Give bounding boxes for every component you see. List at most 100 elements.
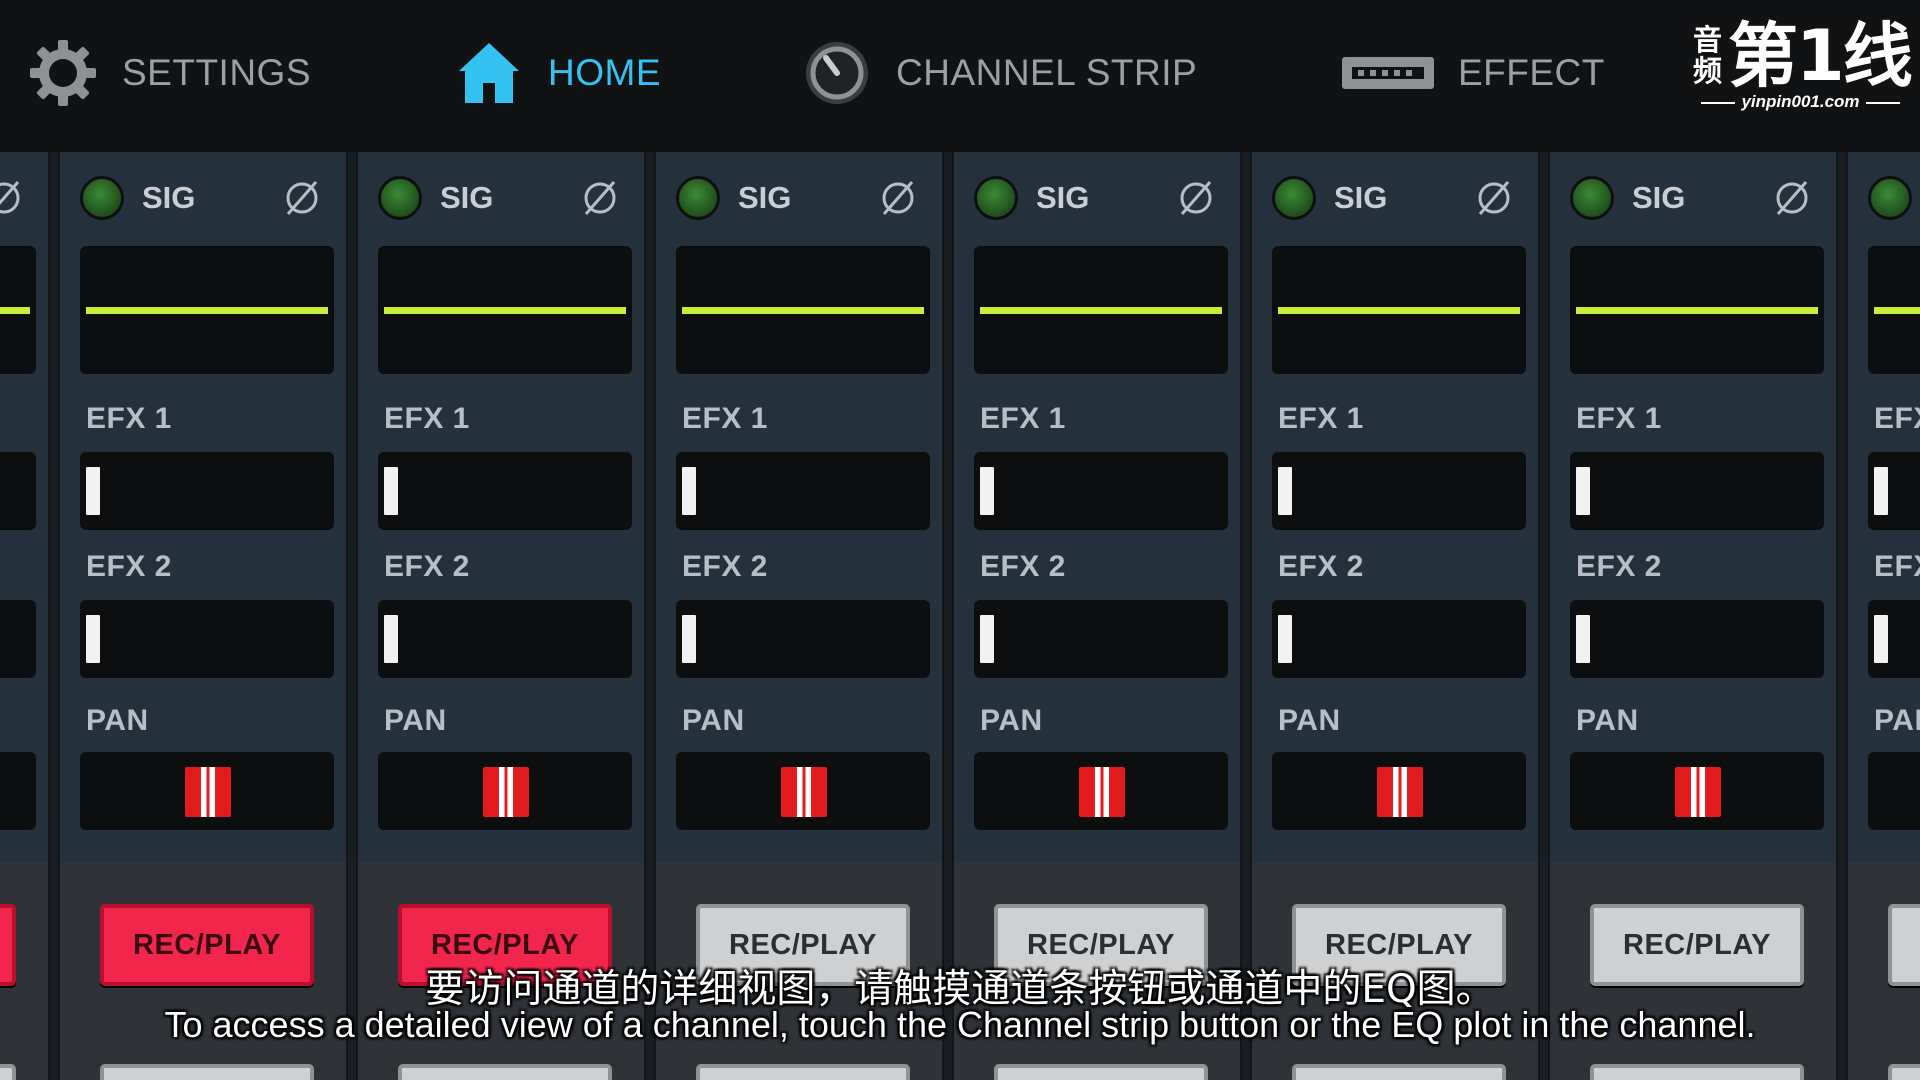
home-icon: [452, 36, 526, 110]
pan-slider[interactable]: [676, 752, 930, 830]
signal-led: [80, 176, 124, 220]
eq-plot[interactable]: [1272, 246, 1526, 374]
pan-slider[interactable]: [1868, 752, 1920, 830]
efx2-slider-handle[interactable]: [86, 615, 100, 663]
efx2-send-slider[interactable]: [378, 600, 632, 678]
efx2-slider-handle[interactable]: [1874, 615, 1888, 663]
nav-effect-button[interactable]: EFFECT: [1340, 34, 1605, 112]
efx2-slider-handle[interactable]: [384, 615, 398, 663]
efx1-slider-handle[interactable]: [1278, 467, 1292, 515]
eq-plot[interactable]: [80, 246, 334, 374]
eq-plot[interactable]: [0, 246, 36, 374]
phase-invert-icon[interactable]: [878, 178, 918, 218]
efx1-slider-handle[interactable]: [1874, 467, 1888, 515]
efx2-send-slider[interactable]: [1272, 600, 1526, 678]
efx1-label: EFX 1: [1874, 402, 1920, 435]
strip-bottom-button[interactable]: [696, 1064, 910, 1080]
efx2-slider-handle[interactable]: [682, 615, 696, 663]
efx2-send-slider[interactable]: [1570, 600, 1824, 678]
phase-invert-icon[interactable]: [1772, 178, 1812, 218]
efx1-slider-handle[interactable]: [384, 467, 398, 515]
efx1-send-slider[interactable]: [1868, 452, 1920, 530]
signal-led: [378, 176, 422, 220]
strip-bottom-button[interactable]: [1888, 1064, 1920, 1080]
efx1-label: EFX 1: [1278, 402, 1364, 435]
efx2-send-slider[interactable]: [1868, 600, 1920, 678]
pan-slider-handle[interactable]: [781, 767, 827, 817]
logo-small-text: 音频: [1693, 25, 1723, 88]
gear-icon: [26, 36, 100, 110]
pan-slider-handle[interactable]: [1377, 767, 1423, 817]
efx1-send-slider[interactable]: [1272, 452, 1526, 530]
pan-slider-handle[interactable]: [1675, 767, 1721, 817]
signal-label: SIG: [1334, 180, 1388, 215]
phase-invert-icon[interactable]: [1474, 178, 1514, 218]
pan-slider[interactable]: [0, 752, 36, 830]
signal-label: SIG: [440, 180, 494, 215]
eq-plot[interactable]: [676, 246, 930, 374]
phase-invert-icon[interactable]: [0, 178, 24, 218]
strip-bottom-button[interactable]: [994, 1064, 1208, 1080]
pan-label: PAN: [682, 704, 745, 737]
pan-label: PAN: [1874, 704, 1920, 737]
efx2-label: EFX 2: [1576, 550, 1662, 583]
nav-settings-button[interactable]: SETTINGS: [26, 34, 311, 112]
phase-invert-icon[interactable]: [1176, 178, 1216, 218]
knob-icon: [800, 36, 874, 110]
strip-bottom-button[interactable]: [1590, 1064, 1804, 1080]
efx2-slider-handle[interactable]: [980, 615, 994, 663]
pan-slider-handle[interactable]: [1079, 767, 1125, 817]
efx1-slider-handle[interactable]: [980, 467, 994, 515]
efx2-slider-handle[interactable]: [1576, 615, 1590, 663]
efx2-send-slider[interactable]: [80, 600, 334, 678]
rack-icon: [1340, 36, 1436, 110]
strip-bottom-button[interactable]: [100, 1064, 314, 1080]
efx1-send-slider[interactable]: [0, 452, 36, 530]
nav-home-button[interactable]: HOME: [452, 34, 661, 112]
strip-bottom-button[interactable]: [1292, 1064, 1506, 1080]
efx2-send-slider[interactable]: [0, 600, 36, 678]
pan-slider-handle[interactable]: [483, 767, 529, 817]
eq-plot[interactable]: [378, 246, 632, 374]
efx1-send-slider[interactable]: [378, 452, 632, 530]
efx1-label: EFX 1: [86, 402, 172, 435]
channel-strip: SIG EFX 1 EFX 2 PAN REC/PLAY: [1846, 152, 1920, 1080]
eq-plot[interactable]: [1570, 246, 1824, 374]
efx2-label: EFX 2: [1278, 550, 1364, 583]
phase-invert-icon[interactable]: [580, 178, 620, 218]
top-nav-bar: SETTINGS HOME CHANNEL STRIP EFFECT 音频 第1…: [0, 0, 1920, 152]
nav-effect-label: EFFECT: [1458, 52, 1605, 93]
pan-slider[interactable]: [1272, 752, 1526, 830]
efx2-label: EFX 2: [1874, 550, 1920, 583]
eq-curve: [384, 307, 626, 314]
nav-channel-strip-button[interactable]: CHANNEL STRIP: [800, 34, 1197, 112]
pan-slider[interactable]: [1570, 752, 1824, 830]
efx1-send-slider[interactable]: [1570, 452, 1824, 530]
pan-slider[interactable]: [378, 752, 632, 830]
mixer-strips-area: SIG EFX 1 EFX 2 PAN REC/PLAY SIG EFX 1 E…: [0, 152, 1920, 1080]
eq-curve: [1576, 307, 1818, 314]
phase-invert-icon[interactable]: [282, 178, 322, 218]
efx1-slider-handle[interactable]: [86, 467, 100, 515]
eq-curve: [86, 307, 328, 314]
efx2-slider-handle[interactable]: [1278, 615, 1292, 663]
efx2-label: EFX 2: [86, 550, 172, 583]
eq-plot[interactable]: [974, 246, 1228, 374]
efx1-slider-handle[interactable]: [1576, 467, 1590, 515]
pan-slider[interactable]: [80, 752, 334, 830]
efx1-send-slider[interactable]: [974, 452, 1228, 530]
efx1-slider-handle[interactable]: [682, 467, 696, 515]
signal-label: SIG: [1036, 180, 1090, 215]
efx1-send-slider[interactable]: [676, 452, 930, 530]
efx1-label: EFX 1: [980, 402, 1066, 435]
strip-bottom-button[interactable]: [398, 1064, 612, 1080]
efx2-send-slider[interactable]: [974, 600, 1228, 678]
channel-strip: SIG EFX 1 EFX 2 PAN REC/PLAY: [356, 152, 646, 1080]
pan-slider[interactable]: [974, 752, 1228, 830]
efx1-send-slider[interactable]: [80, 452, 334, 530]
efx2-send-slider[interactable]: [676, 600, 930, 678]
logo-url: yinpin001.com: [1688, 92, 1913, 112]
strip-bottom-button[interactable]: [0, 1064, 16, 1080]
pan-slider-handle[interactable]: [185, 767, 231, 817]
eq-plot[interactable]: [1868, 246, 1920, 374]
